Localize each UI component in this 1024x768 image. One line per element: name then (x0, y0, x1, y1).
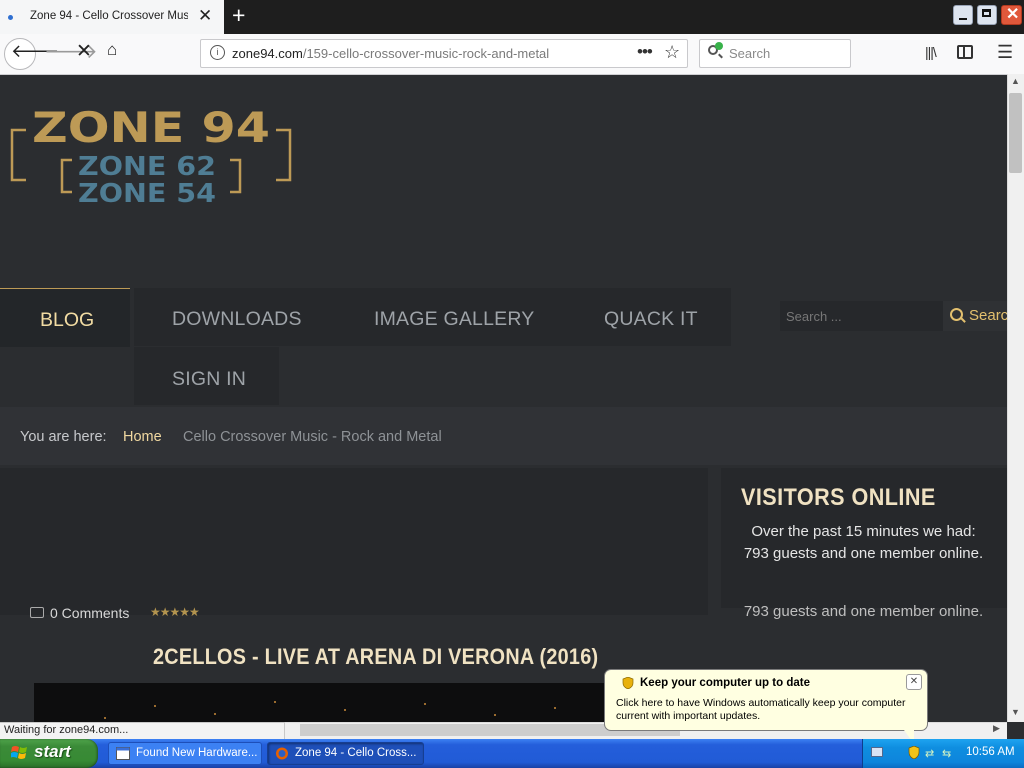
network-connection-icon[interactable]: ⇄ (925, 747, 934, 760)
scroll-right-arrow-icon[interactable]: ▶ (993, 723, 1000, 734)
window-maximize-button[interactable] (977, 5, 997, 25)
start-label: start (34, 742, 71, 761)
notification-title: Keep your computer up to date (640, 677, 810, 689)
logo-line1: ZONE 94 (32, 103, 270, 152)
sidebar-toggle-icon[interactable] (957, 45, 973, 59)
comment-icon (30, 607, 44, 618)
rating-stars[interactable]: ★★★★★ (150, 605, 199, 617)
visitors-online-title: VISITORS ONLINE (741, 484, 936, 511)
taskbar-clock[interactable]: 10:56 AM (966, 746, 1015, 758)
notification-body[interactable]: Click here to have Windows automatically… (616, 697, 916, 723)
tab-close-icon[interactable]: ✕ (198, 6, 212, 26)
stop-loading-button[interactable]: ✕ (76, 40, 92, 63)
search-icon (950, 308, 963, 321)
status-text: Waiting for zone94.com... (4, 724, 129, 736)
scroll-down-arrow-icon[interactable]: ▼ (1011, 707, 1020, 717)
keyboard-layout-icon[interactable] (871, 747, 883, 757)
window-minimize-button[interactable] (953, 5, 973, 25)
nav-item-image-gallery[interactable]: IMAGE GALLERY (374, 308, 534, 331)
scroll-up-arrow-icon[interactable]: ▲ (1011, 76, 1020, 86)
network-activity-icon[interactable]: ⇆ (942, 747, 951, 760)
nav-item-quack-it[interactable]: QUACK IT (604, 308, 698, 331)
video-thumbnail[interactable] (34, 683, 634, 723)
comments-link[interactable]: 0 Comments (30, 605, 129, 619)
security-shield-icon (622, 677, 634, 689)
library-icon[interactable]: |||\ (925, 44, 937, 60)
tab-favicon-icon (8, 15, 13, 20)
back-button[interactable]: 🡐 (4, 38, 59, 70)
windows-logo-icon (11, 746, 27, 759)
hardware-window-icon (116, 747, 130, 760)
nav-item-downloads[interactable]: DOWNLOADS (172, 308, 302, 331)
article-header-panel (0, 468, 708, 615)
logo-line2: ZONE 62 (78, 152, 216, 182)
nav-item-blog[interactable]: BLOG (0, 288, 130, 347)
new-tab-button[interactable]: + (232, 2, 245, 29)
taskbar-item-zone94-browser[interactable]: Zone 94 - Cello Cross... (267, 742, 424, 765)
hamburger-menu-icon[interactable]: ☰ (997, 42, 1013, 63)
add-search-engine-icon (715, 42, 723, 50)
vertical-scroll-thumb[interactable] (1009, 93, 1022, 173)
breadcrumb-home-link[interactable]: Home (123, 429, 162, 445)
visitors-online-text-duplicate: 793 guests and one member online. (743, 603, 984, 620)
page-actions-icon[interactable]: ••• (637, 42, 653, 62)
site-info-icon[interactable]: i (210, 45, 225, 60)
browser-search-input[interactable] (729, 44, 839, 62)
browser-tab[interactable]: Zone 94 - Cello Crossover Music - R ✕ (0, 0, 224, 34)
home-button[interactable]: ⌂ (107, 40, 117, 60)
breadcrumb-label: You are here: (20, 429, 107, 445)
window-close-button[interactable]: ✕ (1001, 5, 1022, 25)
security-alert-icon[interactable] (908, 746, 920, 759)
notification-close-button[interactable]: ✕ (906, 674, 922, 690)
taskbar-item-found-new-hardware[interactable]: Found New Hardware... (108, 742, 262, 765)
visitors-online-text: Over the past 15 minutes we had: 793 gue… (743, 523, 984, 562)
breadcrumb-current: Cello Crossover Music - Rock and Metal (183, 429, 442, 445)
nav-item-sign-in[interactable]: SIGN IN (172, 368, 246, 391)
url-text[interactable]: zone94.com/159-cello-crossover-music-roc… (232, 46, 549, 61)
firefox-icon (276, 747, 288, 760)
site-search-input[interactable] (780, 301, 943, 331)
logo-line3: ZONE 54 (78, 179, 216, 209)
site-logo[interactable]: ZONE 94 ZONE 62 ZONE 54 (10, 100, 292, 210)
article-title[interactable]: 2CELLOS - LIVE AT ARENA DI VERONA (2016) (153, 644, 598, 670)
bookmark-star-icon[interactable]: ☆ (664, 42, 680, 63)
tab-title: Zone 94 - Cello Crossover Music - R (30, 10, 188, 22)
site-search-button[interactable]: Search (943, 301, 1007, 331)
